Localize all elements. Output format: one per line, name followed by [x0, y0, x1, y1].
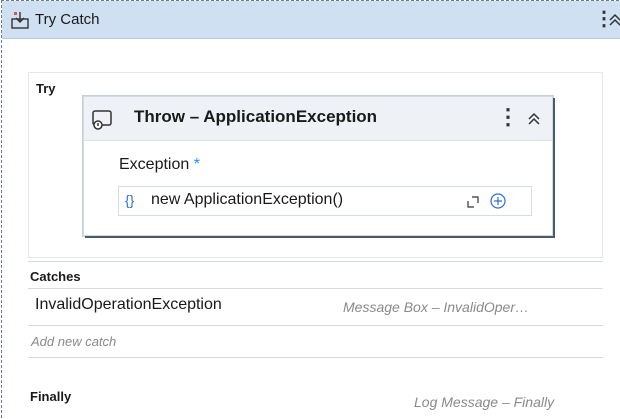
catch-action[interactable]: Message Box – InvalidOper…	[343, 299, 529, 315]
exception-expression-value[interactable]: new ApplicationException()	[151, 191, 343, 209]
catch-exception-type[interactable]: InvalidOperationException	[35, 296, 222, 314]
exception-field-label: Exception *	[119, 156, 200, 173]
throw-icon	[92, 110, 112, 130]
required-marker: *	[193, 156, 200, 173]
section-divider	[28, 325, 603, 326]
chevron-up-double-icon[interactable]	[527, 111, 541, 127]
kebab-menu-icon[interactable]: ⋮	[497, 103, 519, 131]
try-catch-title: Try Catch	[35, 11, 100, 28]
chevron-up-double-icon[interactable]	[608, 12, 620, 28]
try-catch-header[interactable]: Try Catch ⋮	[2, 1, 620, 39]
expand-editor-icon[interactable]	[467, 196, 479, 208]
exception-expression-field[interactable]: {} new ApplicationException()	[118, 186, 532, 216]
plus-circle-icon[interactable]	[489, 192, 507, 210]
add-new-catch-link[interactable]: Add new catch	[31, 334, 116, 349]
throw-activity-card[interactable]: Throw – ApplicationException ⋮ Exception…	[83, 96, 553, 236]
try-catch-icon	[11, 12, 29, 29]
catches-label: Catches	[30, 269, 81, 284]
section-divider	[28, 288, 603, 289]
throw-activity-title: Throw – ApplicationException	[134, 107, 378, 126]
expression-braces-icon: {}	[125, 192, 135, 208]
finally-action[interactable]: Log Message – Finally	[414, 394, 554, 410]
try-label: Try	[36, 81, 56, 96]
finally-label: Finally	[30, 389, 72, 404]
throw-activity-header[interactable]: Throw – ApplicationException ⋮	[84, 97, 552, 141]
section-divider	[28, 261, 603, 262]
section-divider	[28, 357, 603, 358]
